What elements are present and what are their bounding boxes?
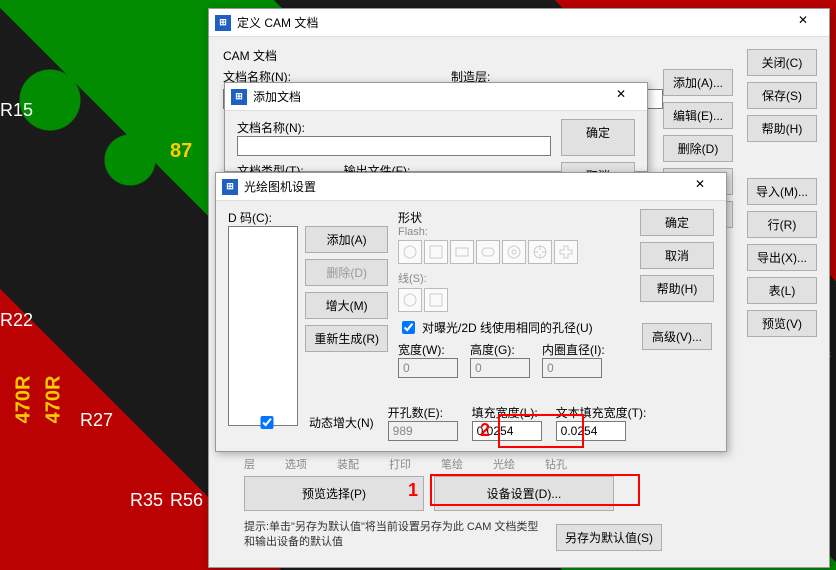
shape-circle-icon[interactable] (398, 240, 422, 264)
save-default-button[interactable]: 另存为默认值(S) (556, 524, 662, 551)
width-label: 宽度(W): (398, 341, 458, 358)
app-icon: ⊞ (215, 15, 231, 31)
close-icon[interactable]: ✕ (783, 13, 823, 33)
height-input (470, 358, 530, 378)
add-doc-dialog: ⊞ 添加文档 ✕ 文档名称(N): 确定 文档类型(T): 输出文件(F): 取… (224, 82, 648, 172)
close-icon[interactable]: ✕ (601, 87, 641, 107)
width-input (398, 358, 458, 378)
dyn-enlarge-input[interactable] (232, 416, 302, 429)
line-square-icon[interactable] (424, 288, 448, 312)
text-fill-label: 文本填充宽度(T): (556, 404, 647, 421)
pcb-r15: R15 (0, 100, 33, 121)
dcode-enlarge-button[interactable]: 增大(M) (305, 292, 388, 319)
shape-oval-icon[interactable] (476, 240, 500, 264)
pcb-label-470-1: 470R (12, 376, 35, 424)
import-button[interactable]: 导入(M)... (747, 178, 817, 205)
pcb-r35: R35 (130, 490, 163, 511)
dcode-label: D 码(C): (228, 209, 388, 226)
fill-width-label: 填充宽度(L): (472, 404, 542, 421)
dyn-enlarge-checkbox[interactable]: 动态增大(N) (228, 413, 374, 432)
hint-text: 提示:单击"另存为默认值"将当前设置另存为此 CAM 文档类型和输出设备的默认值 (244, 520, 544, 551)
shape-label: 形状 (398, 209, 630, 226)
advanced-button[interactable]: 高级(V)... (642, 323, 712, 350)
aperture-count-input (388, 421, 458, 441)
save-button[interactable]: 保存(S) (747, 82, 817, 109)
plot-title: 光绘图机设置 (244, 178, 680, 195)
plot-ok-button[interactable]: 确定 (640, 209, 714, 236)
shape-cross-icon[interactable] (554, 240, 578, 264)
inner-label: 内圈直径(I): (542, 341, 605, 358)
add-doc-title: 添加文档 (253, 88, 601, 105)
same-aperture-checkbox[interactable]: 对曝光/2D 线使用相同的孔径(U) (398, 318, 630, 337)
define-cam-title: 定义 CAM 文档 (237, 14, 783, 31)
shape-square-icon[interactable] (424, 240, 448, 264)
device-settings-button[interactable]: 设备设置(D)... (434, 476, 614, 511)
pcb-r56: R56 (170, 490, 203, 511)
aperture-count-label: 开孔数(E): (388, 404, 458, 421)
tab-options[interactable]: 选项 (285, 456, 307, 472)
plot-cancel-button[interactable]: 取消 (640, 242, 714, 269)
dcode-regen-button[interactable]: 重新生成(R) (305, 325, 388, 352)
delete-doc-button[interactable]: 删除(D) (663, 135, 733, 162)
add-name-label: 文档名称(N): (237, 119, 551, 136)
pcb-r22: R22 (0, 310, 33, 331)
help-button[interactable]: 帮助(H) (747, 115, 817, 142)
shape-rect-icon[interactable] (450, 240, 474, 264)
preview-selection-button[interactable]: 预览选择(P) (244, 476, 424, 511)
photoplotter-dialog: ⊞ 光绘图机设置 ✕ D 码(C): 添加(A) 删除(D) 增大(M) 重新生… (215, 172, 727, 452)
plot-help-button[interactable]: 帮助(H) (640, 275, 714, 302)
tab-print[interactable]: 打印 (389, 456, 411, 472)
text-fill-input[interactable] (556, 421, 626, 441)
inner-input (542, 358, 602, 378)
line-label: 线(S): (398, 270, 630, 286)
tab-photo[interactable]: 光绘 (493, 456, 515, 472)
shape-donut-icon[interactable] (502, 240, 526, 264)
add-name-input[interactable] (237, 136, 551, 156)
plot-titlebar[interactable]: ⊞ 光绘图机设置 ✕ (216, 173, 726, 201)
dcode-delete-button[interactable]: 删除(D) (305, 259, 388, 286)
tab-layer[interactable]: 层 (244, 456, 255, 472)
fill-width-input[interactable] (472, 421, 542, 441)
tab-pen[interactable]: 笔绘 (441, 456, 463, 472)
flash-label: Flash: (398, 226, 630, 238)
edit-doc-button[interactable]: 编辑(E)... (663, 102, 733, 129)
app-icon: ⊞ (222, 179, 238, 195)
dcode-add-button[interactable]: 添加(A) (305, 226, 388, 253)
shape-thermal-icon[interactable] (528, 240, 552, 264)
pcb-label-470-2: 470R (42, 376, 65, 424)
height-label: 高度(G): (470, 341, 530, 358)
list-button[interactable]: 表(L) (747, 277, 817, 304)
same-aperture-input[interactable] (402, 321, 415, 334)
close-button[interactable]: 关闭(C) (747, 49, 817, 76)
tab-assembly[interactable]: 装配 (337, 456, 359, 472)
close-icon[interactable]: ✕ (680, 177, 720, 197)
app-icon: ⊞ (231, 89, 247, 105)
dcode-list[interactable] (228, 226, 298, 426)
preview-button[interactable]: 预览(V) (747, 310, 817, 337)
export-button[interactable]: 导出(X)... (747, 244, 817, 271)
pcb-r27: R27 (80, 410, 113, 431)
cam-tabs: 层 选项 装配 打印 笔绘 光绘 钻孔 (244, 456, 567, 472)
add-ok-button[interactable]: 确定 (561, 119, 635, 156)
pcb-label-87: 87 (170, 140, 192, 163)
define-cam-titlebar[interactable]: ⊞ 定义 CAM 文档 ✕ (209, 9, 829, 37)
run-button[interactable]: 行(R) (747, 211, 817, 238)
add-doc-titlebar[interactable]: ⊞ 添加文档 ✕ (225, 83, 647, 111)
cam-group-label: CAM 文档 (223, 47, 815, 64)
line-circle-icon[interactable] (398, 288, 422, 312)
add-doc-button[interactable]: 添加(A)... (663, 69, 733, 96)
tab-drill[interactable]: 钻孔 (545, 456, 567, 472)
